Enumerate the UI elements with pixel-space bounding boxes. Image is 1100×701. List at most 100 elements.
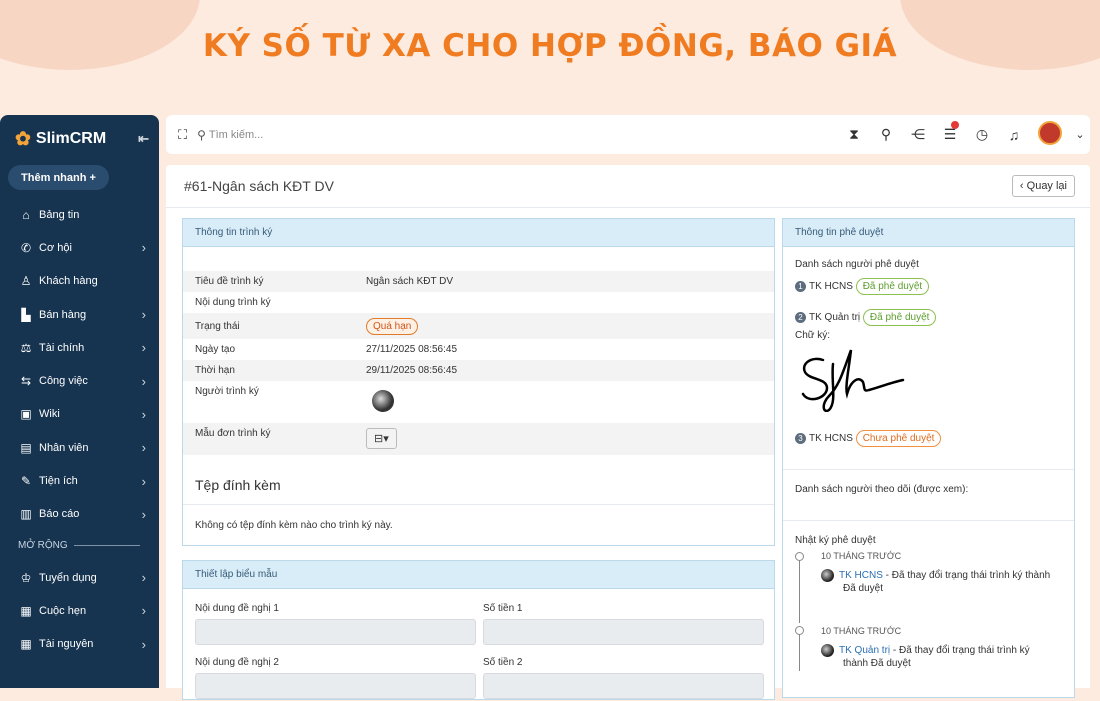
approver-number: 3: [795, 432, 806, 444]
info-row: Ngày tạo 27/11/2025 08:56:45: [183, 339, 774, 360]
chevron-down-icon[interactable]: ⌄: [1070, 128, 1090, 141]
approver-number: 1: [795, 280, 806, 292]
panel-header: Thông tin phê duyệt: [783, 219, 1074, 247]
log-user-link[interactable]: TK HCNS: [839, 570, 883, 581]
user-avatar[interactable]: [1030, 121, 1070, 148]
approver-item: 3 TK HCNS Chưa phê duyệt: [783, 427, 1074, 449]
page-title: #61-Ngân sách KĐT DV: [184, 178, 334, 194]
log-text: thành Đã duyệt: [843, 658, 911, 670]
gear-icon: ✿: [15, 128, 31, 150]
approver-number: 2: [795, 311, 806, 323]
proposal-1-input[interactable]: [195, 619, 476, 645]
approver-item: 2 TK Quản trị Đã phê duyệt: [783, 306, 1074, 328]
timeline-dot: [795, 626, 804, 635]
sidebar-item-ban-hang[interactable]: ▙ Bán hàng ›: [0, 298, 159, 331]
log-entry: TK Quản trị - Đã thay đổi trạng thái trì…: [821, 644, 1061, 670]
log-text: Đã duyệt: [843, 583, 884, 595]
sidebar-item-cong-viec[interactable]: ⇆ Công việc ›: [0, 364, 159, 397]
submission-info-panel: Thông tin trình ký Tiêu đề trình ký Ngân …: [182, 218, 775, 546]
chevron-right-icon: ›: [141, 570, 146, 586]
field-label: Nội dung đề nghị 1: [195, 603, 279, 614]
section-expand: MỞ RỘNG: [0, 531, 159, 561]
chevron-right-icon: ›: [141, 307, 146, 323]
proposal-2-input[interactable]: [195, 673, 476, 699]
sidebar-item-co-hoi[interactable]: ✆ Cơ hội ›: [0, 231, 159, 264]
signature-image: [801, 349, 905, 413]
info-row: Nội dung trình ký: [183, 292, 774, 313]
submitter-avatar[interactable]: [372, 390, 394, 412]
sidebar-item-nhan-vien[interactable]: ▤ Nhân viên ›: [0, 431, 159, 464]
form-settings-panel: Thiết lập biểu mẫu Nội dung đề nghị 1 Số…: [182, 560, 775, 700]
sidebar-item-label: Tài nguyên: [39, 638, 94, 651]
bell-icon[interactable]: ♫: [998, 127, 1030, 143]
sidebar-item-cuoc-hen[interactable]: ▦ Cuộc hẹn ›: [0, 594, 159, 627]
signature-label: Chữ ký:: [795, 329, 831, 341]
sidebar-item-tai-chinh[interactable]: ⚖ Tài chính ›: [0, 331, 159, 364]
quick-add-button[interactable]: Thêm nhanh +: [8, 165, 109, 190]
fullscreen-icon[interactable]: ⛶: [178, 127, 187, 143]
approver-name: TK Quản trị: [809, 311, 861, 323]
template-dropdown[interactable]: ⊟▾: [366, 428, 397, 449]
info-row: Trạng thái Quá hạn: [183, 313, 774, 339]
approval-info-panel: Thông tin phê duyệt Danh sách người phê …: [782, 218, 1075, 698]
field-label: Số tiền 2: [483, 657, 523, 668]
sidebar-item-label: Công việc: [39, 375, 88, 388]
info-key: Người trình ký: [195, 386, 259, 397]
sidebar-item-label: Bán hàng: [39, 308, 87, 321]
sidebar-item-label: Wiki: [39, 408, 60, 421]
log-title: Nhật ký phê duyệt: [795, 534, 876, 546]
sidebar-item-khach-hang[interactable]: ♙ Khách hàng: [0, 265, 159, 298]
panel-header: Thông tin trình ký: [183, 219, 774, 247]
search-icon: ⚲: [197, 127, 206, 142]
approval-status-badge: Đã phê duyệt: [862, 308, 937, 326]
id-card-icon: ▤: [20, 440, 32, 455]
sidebar-item-wiki[interactable]: ▣ Wiki ›: [0, 398, 159, 431]
back-button[interactable]: ‹ Quay lại: [1011, 175, 1075, 197]
collapse-sidebar-icon[interactable]: ⇤: [138, 131, 149, 147]
search-input[interactable]: Tìm kiếm...: [209, 129, 263, 141]
log-time: 10 THÁNG TRƯỚC: [821, 551, 902, 561]
notification-dot: [951, 121, 959, 129]
info-key: Nội dung trình ký: [195, 297, 271, 308]
amount-1-input[interactable]: [483, 619, 764, 645]
hourglass-icon[interactable]: ⧗: [838, 126, 870, 143]
chevron-right-icon: ›: [141, 373, 146, 389]
clock-icon[interactable]: ◷: [966, 126, 998, 143]
calendar-icon: ▦: [20, 637, 32, 652]
sidebar-item-label: Tài chính: [39, 341, 85, 354]
info-row: Thời hạn 29/11/2025 08:56:45: [183, 360, 774, 381]
sidebar-item-bao-cao[interactable]: ▥ Báo cáo ›: [0, 498, 159, 531]
brand-logo[interactable]: ✿ SlimCRM ⇤: [0, 115, 159, 163]
info-value: Ngân sách KĐT DV: [366, 276, 454, 287]
sidebar-item-tai-nguyen[interactable]: ▦ Tài nguyên ›: [0, 628, 159, 661]
info-key: Tiêu đề trình ký: [195, 276, 264, 287]
user-avatar-small: [821, 644, 834, 657]
handshake-icon: ⇆: [20, 374, 32, 389]
sidebar-item-tuyen-dung[interactable]: ♔ Tuyển dụng ›: [0, 561, 159, 594]
cart-icon: ▙: [21, 307, 31, 322]
log-text: - Đã thay đổi trạng thái trình ký thành: [882, 570, 1051, 582]
calendar-check-icon: ▦: [20, 603, 32, 618]
zoom-icon[interactable]: ⚲: [870, 126, 902, 143]
task-list-icon[interactable]: ☰: [934, 121, 966, 143]
sidebar-item-label: Nhân viên: [39, 441, 89, 454]
wrench-icon: ✎: [20, 474, 32, 489]
sidebar-item-label: Tiện ích: [39, 475, 78, 488]
back-label: Quay lại: [1026, 180, 1067, 192]
info-value: 29/11/2025 08:56:45: [366, 365, 458, 376]
chart-icon: ▥: [20, 507, 32, 522]
chevron-right-icon: ›: [141, 406, 146, 422]
sidebar-item-tien-ich[interactable]: ✎ Tiện ích ›: [0, 464, 159, 497]
status-badge: Quá hạn: [366, 317, 419, 335]
share-icon[interactable]: ⋲: [902, 126, 934, 143]
approver-name: TK HCNS: [809, 432, 853, 444]
chevron-right-icon: ›: [141, 340, 146, 356]
plus-icon: +: [89, 171, 96, 184]
sidebar-item-bang-tin[interactable]: ⌂ Bảng tin: [0, 198, 159, 231]
field-label: Số tiền 1: [483, 603, 523, 614]
sidebar-item-label: Cuộc hẹn: [39, 604, 87, 617]
user-icon: ♙: [20, 274, 32, 289]
amount-2-input[interactable]: [483, 673, 764, 699]
log-user-link[interactable]: TK Quản trị: [839, 645, 890, 656]
info-value: 27/11/2025 08:56:45: [366, 344, 458, 355]
